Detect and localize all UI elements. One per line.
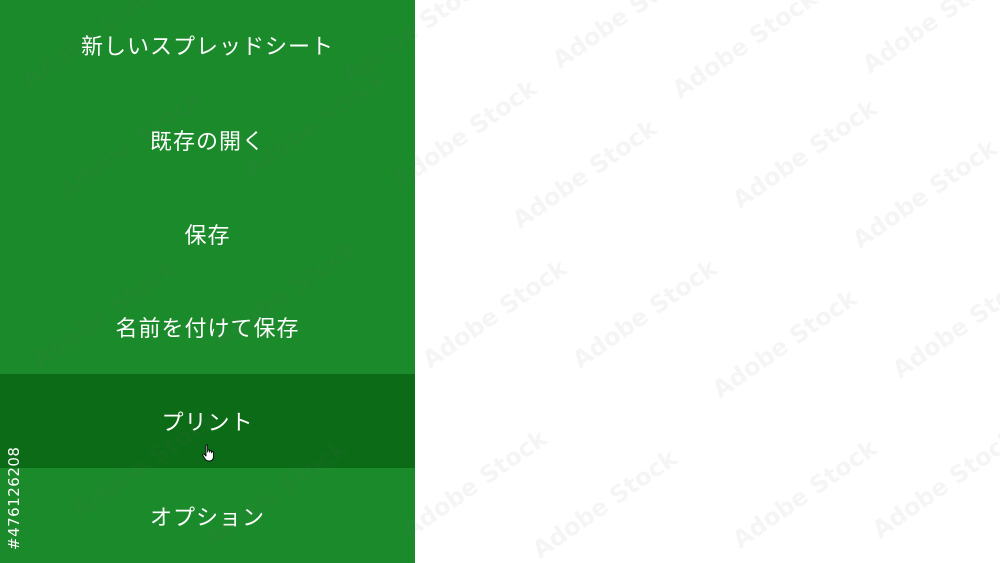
watermark-text: Adobe Stock xyxy=(707,283,863,405)
menu-item-label: 名前を付けて保存 xyxy=(115,317,300,342)
watermark-text: Adobe Stock xyxy=(887,263,1000,385)
watermark-text: Adobe Stock xyxy=(857,0,1000,80)
menu-item-label: 保存 xyxy=(184,224,231,249)
watermark-text: Adobe Stock xyxy=(667,0,823,105)
menu-item-label: 新しいスプレッドシート xyxy=(80,35,334,60)
watermark-text: Adobe Stock xyxy=(567,253,723,375)
menu-item-label: オプション xyxy=(149,505,265,531)
watermark-text: Adobe Stock xyxy=(847,133,1000,255)
menu-item-open-existing[interactable]: 既存の開く xyxy=(0,92,415,188)
menu-item-label: 既存の開く xyxy=(149,130,265,155)
stock-image-id: #476126208 xyxy=(5,446,23,550)
watermark-text: Adobe Stock xyxy=(867,423,1000,545)
menu-item-new-spreadsheet[interactable]: 新しいスプレッドシート xyxy=(0,0,415,92)
watermark-text: Adobe Stock xyxy=(417,253,573,375)
watermark-text: Adobe Stock xyxy=(507,113,663,235)
watermark-text: Adobe Stock xyxy=(727,433,883,555)
watermark-text: Adobe Stock xyxy=(547,0,703,75)
menu-item-save-as[interactable]: 名前を付けて保存 xyxy=(0,280,415,374)
hand-pointer-icon xyxy=(202,444,214,462)
menu-item-save[interactable]: 保存 xyxy=(0,188,415,280)
watermark-text: Adobe Stock xyxy=(727,93,883,215)
watermark-text: Adobe Stock xyxy=(527,443,683,563)
watermark-text: Adobe Stock xyxy=(397,423,553,545)
file-menu-sidebar: 新しいスプレッドシート 既存の開く 保存 名前を付けて保存 プリント オプション… xyxy=(0,0,415,563)
menu-item-label: プリント xyxy=(161,411,254,436)
menu-item-options[interactable]: オプション xyxy=(0,468,415,563)
